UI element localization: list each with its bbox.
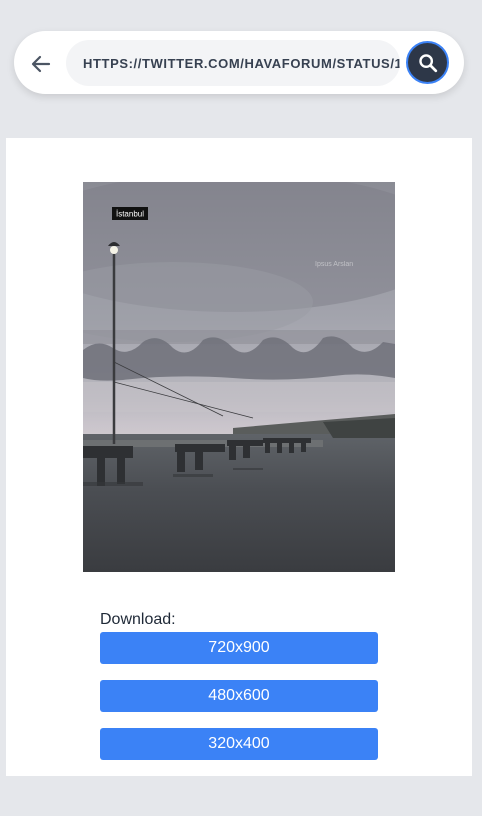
magnifier-icon [418,53,437,72]
download-320x400-button[interactable]: 320x400 [100,728,378,760]
tweet-media-image: İstanbul Ipsus Arslan [83,182,395,572]
arrow-left-icon [31,55,51,73]
url-input[interactable] [83,55,400,71]
back-button[interactable] [26,49,56,79]
download-label: Download: [100,611,176,628]
location-tag: İstanbul [112,207,148,220]
watermark-text: Ipsus Arslan [315,261,353,268]
search-button[interactable] [406,41,449,84]
download-720x900-button[interactable]: 720x900 [100,632,378,664]
location-tag-text: İstanbul [116,210,144,219]
download-480x600-button[interactable]: 480x600 [100,680,378,712]
url-input-wrapper [66,40,400,86]
